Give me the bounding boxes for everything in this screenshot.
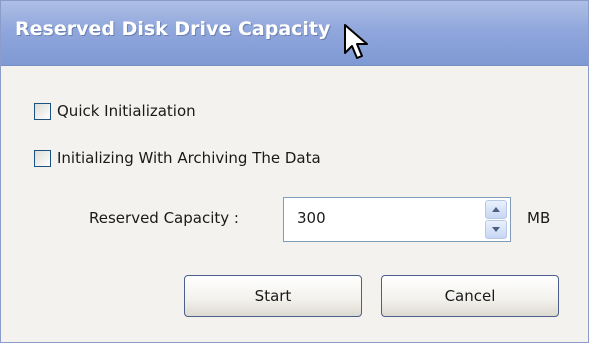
title-bar[interactable]: Reserved Disk Drive Capacity	[1, 1, 588, 66]
dialog-window: Reserved Disk Drive Capacity Quick Initi…	[0, 0, 589, 343]
chevron-down-icon	[492, 227, 500, 232]
quick-initialization-option[interactable]: Quick Initialization	[34, 102, 196, 120]
reserved-capacity-spinbox[interactable]	[283, 197, 511, 242]
archiving-data-option[interactable]: Initializing With Archiving The Data	[34, 149, 321, 167]
cancel-button[interactable]: Cancel	[381, 275, 559, 317]
mouse-pointer-icon	[344, 24, 368, 59]
reserved-capacity-input[interactable]	[297, 209, 477, 227]
archiving-data-label: Initializing With Archiving The Data	[57, 149, 321, 167]
start-button[interactable]: Start	[184, 275, 362, 317]
reserved-capacity-label: Reserved Capacity :	[89, 209, 239, 227]
quick-initialization-checkbox[interactable]	[34, 102, 51, 120]
spin-up-button[interactable]	[485, 200, 507, 219]
capacity-unit: MB	[527, 209, 551, 227]
archiving-data-checkbox[interactable]	[34, 149, 51, 167]
spin-down-button[interactable]	[485, 220, 507, 239]
quick-initialization-label: Quick Initialization	[57, 102, 196, 120]
chevron-up-icon	[492, 207, 500, 212]
window-title: Reserved Disk Drive Capacity	[15, 18, 331, 40]
